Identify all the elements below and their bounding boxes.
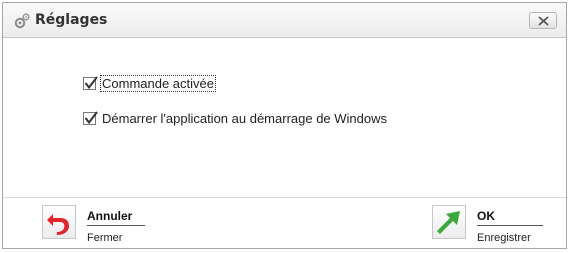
cancel-title: Annuler: [87, 209, 133, 223]
cancel-underline: [87, 225, 145, 226]
dialog-title: Réglages: [35, 12, 108, 28]
close-icon: [538, 16, 549, 26]
cancel-button[interactable]: Annuler Fermer: [42, 205, 152, 245]
ok-subtitle: Enregistrer: [477, 232, 531, 244]
ok-underline: [477, 225, 543, 226]
start-with-windows-label[interactable]: Démarrer l'application au démarrage de W…: [101, 111, 388, 126]
settings-dialog: Réglages Commande activée Démarrer l'app…: [2, 2, 567, 249]
footer-divider: [3, 197, 566, 198]
ok-title: OK: [477, 209, 495, 223]
checkmark-icon: [84, 76, 98, 90]
command-enabled-label[interactable]: Commande activée: [100, 75, 216, 92]
ok-arrow-icon: [437, 211, 460, 234]
checkmark-icon: [84, 111, 98, 125]
ok-button[interactable]: OK Enregistrer: [432, 205, 547, 245]
start-with-windows-checkbox[interactable]: [83, 111, 98, 125]
undo-arrow-icon: [47, 214, 69, 235]
ok-icon-box[interactable]: [432, 205, 466, 239]
command-enabled-checkbox[interactable]: [83, 76, 98, 90]
cancel-icon-box[interactable]: [42, 205, 76, 239]
close-button[interactable]: [529, 12, 557, 29]
title-bar: Réglages: [3, 3, 566, 38]
gears-icon: [13, 12, 31, 30]
cancel-subtitle: Fermer: [87, 232, 123, 244]
